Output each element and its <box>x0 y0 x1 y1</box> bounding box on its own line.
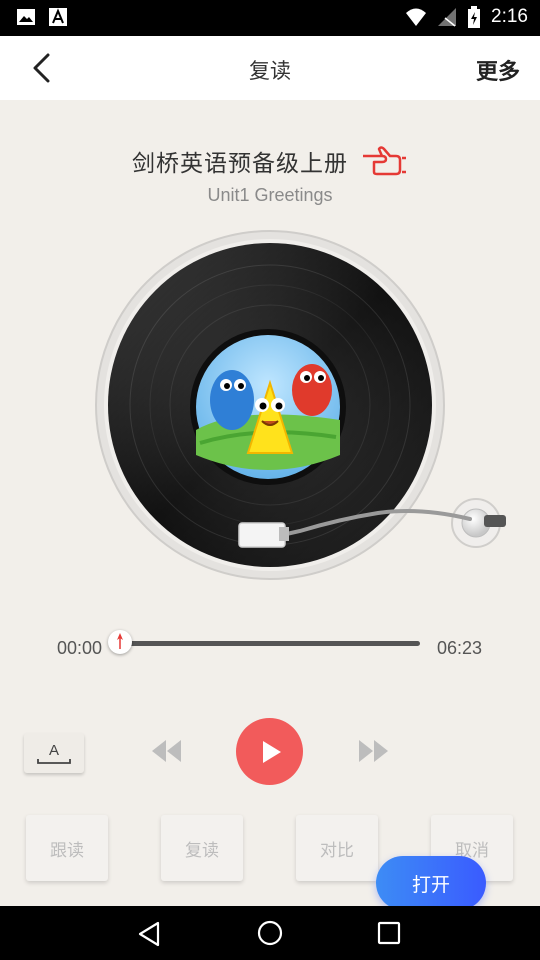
status-notifications <box>16 7 68 27</box>
repeat-read-button[interactable]: 复读 <box>161 815 243 881</box>
play-icon <box>262 740 281 763</box>
album-label <box>190 329 346 485</box>
rewind-button[interactable] <box>150 737 184 765</box>
text-a-letter: A <box>49 742 59 759</box>
nav-back-icon[interactable] <box>136 920 162 948</box>
fast-forward-icon <box>359 740 388 762</box>
playback-controls: A <box>0 715 540 787</box>
rewind-icon <box>152 740 181 762</box>
app-bar: 复读 更多 <box>0 36 540 100</box>
fast-forward-button[interactable] <box>356 737 390 765</box>
wifi-icon <box>406 8 427 26</box>
compare-button[interactable]: 对比 <box>296 815 378 881</box>
progress-track[interactable] <box>120 641 420 646</box>
cartoon-letter-e <box>292 364 332 416</box>
unit-title: Unit1 Greetings <box>207 185 333 205</box>
play-button[interactable] <box>236 718 303 785</box>
page-title: 复读 <box>249 59 291 83</box>
font-a-icon <box>49 8 67 26</box>
nav-recent-icon[interactable] <box>377 921 401 945</box>
status-time: 2:16 <box>491 6 528 27</box>
current-time: 00:00 <box>57 638 103 658</box>
book-title: 剑桥英语预备级上册 <box>132 151 348 177</box>
record-player <box>0 215 540 595</box>
seek-marker-icon <box>117 633 123 649</box>
progress-thumb[interactable] <box>108 630 132 654</box>
system-nav-bar <box>0 906 540 960</box>
hand-pointer-icon[interactable] <box>360 146 408 176</box>
text-display-button[interactable]: A <box>24 733 84 773</box>
book-title-row: 剑桥英语预备级上册 <box>0 144 540 178</box>
status-system: 2:16 <box>405 6 528 28</box>
open-button[interactable]: 打开 <box>376 856 486 910</box>
battery-icon <box>468 6 481 28</box>
total-time: 06:23 <box>436 638 482 658</box>
signal-icon <box>438 8 457 27</box>
status-bar: 2:16 <box>0 0 540 36</box>
more-button[interactable]: 更多 <box>476 54 520 86</box>
cartoon-letter-c <box>210 370 254 430</box>
progress-bar: 00:00 06:23 <box>0 625 540 669</box>
image-icon <box>17 9 35 25</box>
follow-read-button[interactable]: 跟读 <box>26 815 108 881</box>
nav-home-icon[interactable] <box>256 919 284 947</box>
text-a-icon: A <box>37 742 71 764</box>
